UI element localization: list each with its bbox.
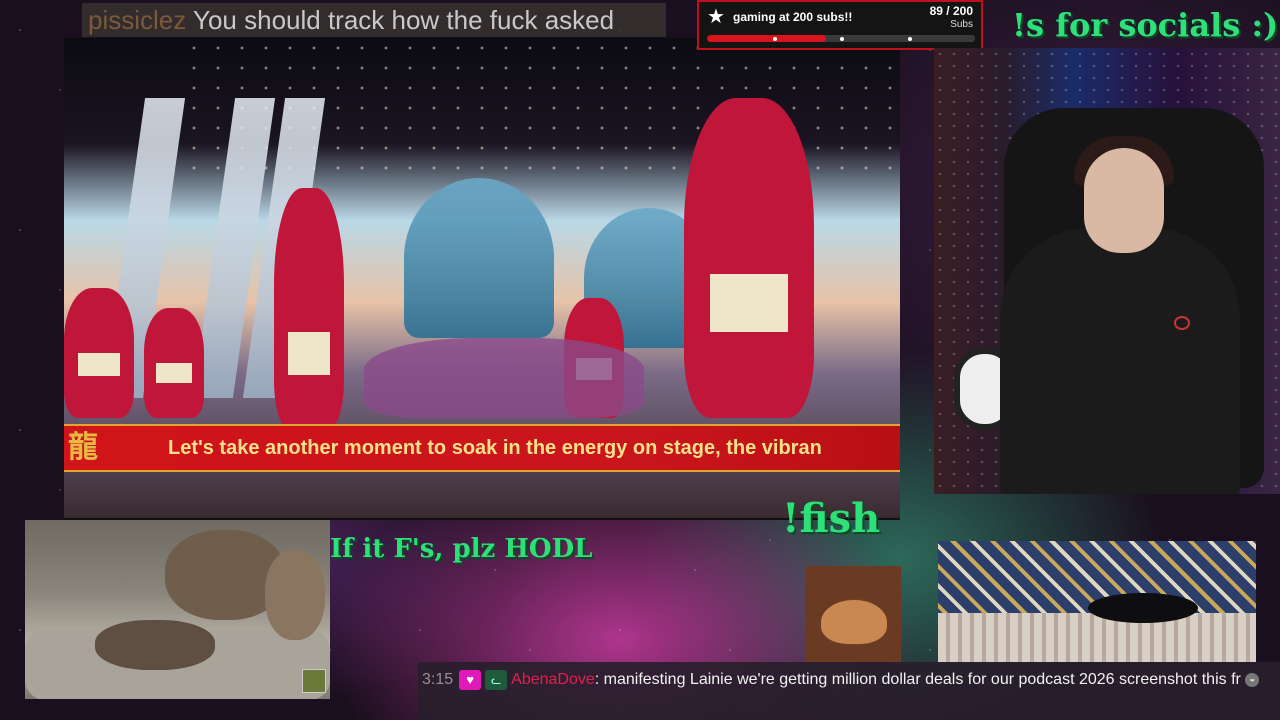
fish-command-text: !fish [782, 495, 881, 542]
dancer-figure [684, 98, 814, 418]
streamer-webcam [934, 48, 1280, 494]
backdrop-mountain [404, 178, 554, 338]
cat-badge-icon: ᓚ [485, 669, 508, 690]
heart-badge-icon: ♥ [459, 669, 482, 690]
dancer-figure [144, 308, 204, 418]
chat-username: pissiclez [88, 5, 187, 35]
main-video-player[interactable]: 龍 Let's take another moment to soak in t… [64, 38, 900, 520]
chat-timestamp: 3:15 [422, 671, 454, 688]
emote-icon: ◒ [1245, 672, 1260, 687]
baboon-figure [95, 620, 215, 670]
chat-message-text: You should track how the fuck asked [186, 5, 615, 35]
sub-goal-progress-fill [707, 35, 827, 42]
broadcast-logo-icon: 龍 [68, 431, 98, 464]
progress-marker [908, 37, 912, 41]
sub-goal-count: 89 / 200 [929, 4, 973, 18]
chat-message-text: manifesting Lainie we're getting million… [603, 671, 1241, 688]
star-icon: ★ [707, 6, 725, 28]
caption-text: Let's take another moment to soak in the… [168, 437, 822, 459]
baboon-livecam [25, 520, 330, 699]
dancer-figure [274, 188, 344, 428]
streamer-face [1084, 148, 1164, 253]
socials-command-text: !s for socials :) [1012, 6, 1279, 44]
hodl-text: If it F's, plz HODL [330, 534, 593, 564]
blanket [938, 613, 1256, 662]
chat-username[interactable]: AbenaDove [511, 671, 595, 688]
progress-marker [773, 37, 777, 41]
sleeping-cat [821, 600, 887, 644]
sub-goal-unit: Subs [950, 19, 973, 30]
hoodie-logo-icon [1174, 316, 1190, 330]
ensemble-performers [364, 338, 644, 418]
sub-goal-title: gaming at 200 subs!! [733, 10, 853, 24]
cat-bed-cam [938, 541, 1256, 662]
sub-goal-widget: ★ gaming at 200 subs!! 89 / 200 Subs [697, 0, 983, 50]
caption-banner: 龍 Let's take another moment to soak in t… [64, 424, 900, 472]
cam-logo-icon [302, 669, 326, 693]
bottom-chat-message: 3:15 ♥ ᓚ AbenaDove: manifesting Lainie we'r… [418, 662, 1280, 720]
baboon-figure [265, 550, 325, 640]
streamer-hoodie [1000, 228, 1240, 494]
black-cat [1088, 593, 1198, 623]
cat-cam-small [805, 566, 901, 662]
dancer-figure [64, 288, 134, 418]
progress-marker [840, 37, 844, 41]
top-chat-message: pissiclez You should track how the fuck … [82, 3, 666, 37]
